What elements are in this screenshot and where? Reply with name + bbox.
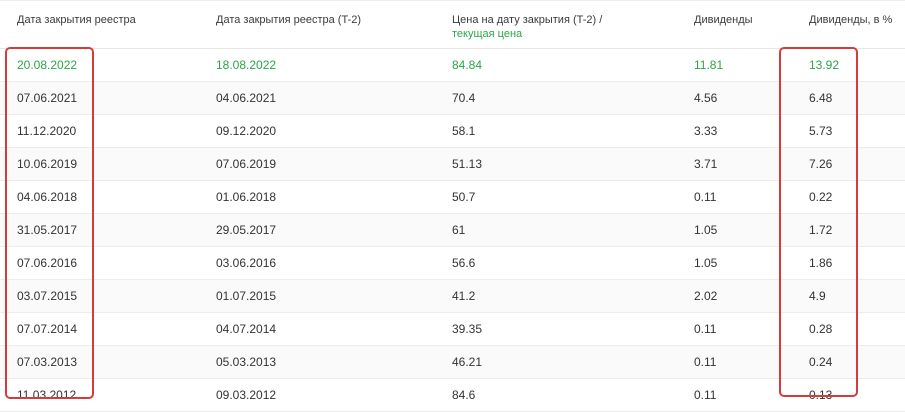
dividend-table: Дата закрытия реестра Дата закрытия реес…	[0, 0, 905, 412]
close-date-cell: 20.08.2022	[17, 58, 78, 72]
table-header: Дата закрытия реестра Дата закрытия реес…	[0, 0, 905, 49]
price-cell: 39.35	[452, 322, 483, 336]
yield-cell: 0.24	[809, 355, 833, 369]
header-price-line1: Цена на дату закрытия (T-2) /	[452, 14, 603, 26]
price-cell: 70.4	[452, 91, 476, 105]
yield-cell: 6.48	[809, 91, 833, 105]
close-date-t2-cell: 01.06.2018	[216, 190, 277, 204]
price-cell: 84.6	[452, 388, 476, 402]
close-date-cell: 10.06.2019	[17, 157, 78, 171]
dividend-cell: 3.33	[694, 124, 718, 138]
close-date-t2-cell: 03.06.2016	[216, 256, 277, 270]
close-date-t2-cell: 29.05.2017	[216, 223, 277, 237]
dividend-cell: 1.05	[694, 223, 718, 237]
close-date-t2-cell: 09.03.2012	[216, 388, 277, 402]
close-date-t2-cell: 04.07.2014	[216, 322, 277, 336]
close-date-cell: 07.03.2013	[17, 355, 78, 369]
table-row: 07.03.2013 05.03.2013 46.21 0.11 0.24	[0, 346, 905, 379]
yield-cell: 0.28	[809, 322, 833, 336]
dividend-cell: 1.05	[694, 256, 718, 270]
price-cell: 46.21	[452, 355, 483, 369]
yield-cell: 4.9	[809, 289, 826, 303]
price-cell: 58.1	[452, 124, 476, 138]
table-row: 11.12.2020 09.12.2020 58.1 3.33 5.73	[0, 115, 905, 148]
price-cell: 41.2	[452, 289, 476, 303]
price-cell: 61	[452, 223, 466, 237]
yield-cell: 0.13	[809, 388, 833, 402]
yield-cell: 13.92	[809, 58, 840, 72]
header-current-price: текущая цена	[452, 28, 523, 40]
close-date-cell: 07.07.2014	[17, 322, 78, 336]
table-row: 07.06.2016 03.06.2016 56.6 1.05 1.86	[0, 247, 905, 280]
yield-cell: 5.73	[809, 124, 833, 138]
price-cell: 51.13	[452, 157, 483, 171]
yield-cell: 7.26	[809, 157, 833, 171]
header-close-date-t2[interactable]: Дата закрытия реестра (T-2)	[216, 13, 361, 27]
table-row: 07.07.2014 04.07.2014 39.35 0.11 0.28	[0, 313, 905, 346]
header-dividends-percent[interactable]: Дивиденды, в %	[809, 13, 892, 27]
table-row: 11.03.2012 09.03.2012 84.6 0.11 0.13	[0, 379, 905, 412]
close-date-cell: 11.03.2012	[17, 388, 77, 402]
close-date-cell: 11.12.2020	[17, 124, 77, 138]
close-date-t2-cell: 07.06.2019	[216, 157, 277, 171]
table-row: 07.06.2021 04.06.2021 70.4 4.56 6.48	[0, 82, 905, 115]
dividend-cell: 11.81	[694, 58, 724, 72]
dividend-cell: 3.71	[694, 157, 718, 171]
yield-cell: 1.72	[809, 223, 833, 237]
close-date-cell: 31.05.2017	[17, 223, 78, 237]
dividend-cell: 2.02	[694, 289, 718, 303]
price-cell: 84.84	[452, 58, 483, 72]
close-date-t2-cell: 09.12.2020	[216, 124, 277, 138]
dividend-cell: 4.56	[694, 91, 718, 105]
dividend-cell: 0.11	[694, 190, 717, 204]
table-row: 10.06.2019 07.06.2019 51.13 3.71 7.26	[0, 148, 905, 181]
close-date-t2-cell: 05.03.2013	[216, 355, 277, 369]
dividend-cell: 0.11	[694, 355, 717, 369]
close-date-cell: 07.06.2021	[17, 91, 78, 105]
table-row: 20.08.2022 18.08.2022 84.84 11.81 13.92	[0, 49, 905, 82]
yield-cell: 0.22	[809, 190, 833, 204]
table-row: 31.05.2017 29.05.2017 61 1.05 1.72	[0, 214, 905, 247]
close-date-cell: 04.06.2018	[17, 190, 78, 204]
price-cell: 56.6	[452, 256, 476, 270]
yield-cell: 1.86	[809, 256, 833, 270]
dividend-cell: 0.11	[694, 388, 717, 402]
table-row: 03.07.2015 01.07.2015 41.2 2.02 4.9	[0, 280, 905, 313]
price-cell: 50.7	[452, 190, 476, 204]
dividend-cell: 0.11	[694, 322, 717, 336]
header-close-date[interactable]: Дата закрытия реестра	[17, 13, 136, 27]
close-date-cell: 07.06.2016	[17, 256, 78, 270]
close-date-cell: 03.07.2015	[17, 289, 78, 303]
close-date-t2-cell: 18.08.2022	[216, 58, 277, 72]
close-date-t2-cell: 04.06.2021	[216, 91, 277, 105]
close-date-t2-cell: 01.07.2015	[216, 289, 277, 303]
table-row: 04.06.2018 01.06.2018 50.7 0.11 0.22	[0, 181, 905, 214]
header-price[interactable]: Цена на дату закрытия (T-2) / текущая це…	[452, 13, 602, 41]
header-dividends[interactable]: Дивиденды	[694, 13, 753, 27]
